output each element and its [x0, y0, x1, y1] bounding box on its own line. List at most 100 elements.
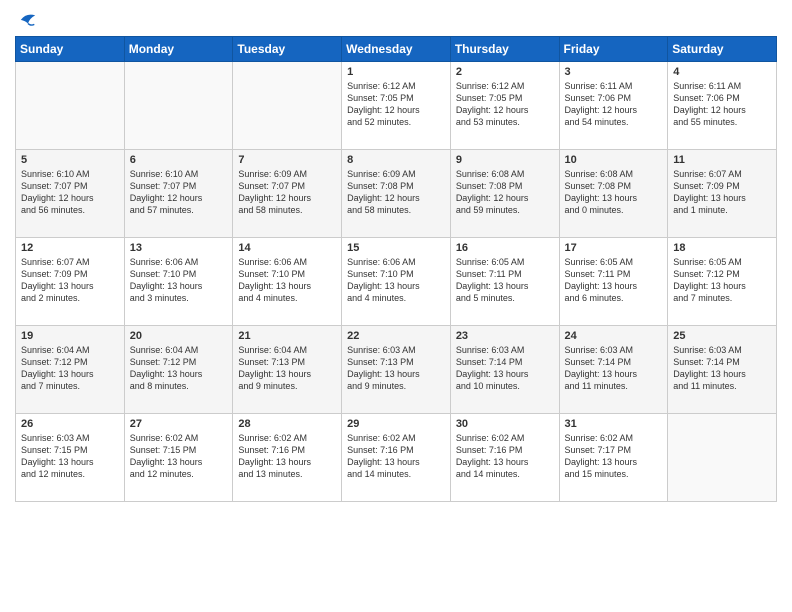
calendar-cell: 23Sunrise: 6:03 AM Sunset: 7:14 PM Dayli… — [450, 326, 559, 414]
calendar-cell: 26 Sunrise: 6:03 AM Sunset: 7:15 PM Dayli… — [16, 414, 125, 502]
day-number: 19 — [21, 330, 119, 342]
calendar-day-header: Friday — [559, 37, 668, 62]
day-number: 5 — [21, 154, 119, 166]
day-number: 27 — [130, 418, 228, 430]
calendar-cell: 25 Sunrise: 6:03 AM Sunset: 7:14 PM Dayli… — [668, 326, 777, 414]
calendar-cell: 28 Sunrise: 6:02 AM Sunset: 7:16 PM Dayli… — [233, 414, 342, 502]
calendar-cell: 20 Sunrise: 6:04 AM Sunset: 7:12 PM Dayli… — [124, 326, 233, 414]
calendar-cell: 15 Sunrise: 6:06 AM Sunset: 7:10 PM Dayli… — [342, 238, 451, 326]
day-info: Sunrise: 6:05 AM Sunset: 7:12 PM Dayligh… — [673, 256, 771, 305]
day-number: 4 — [673, 66, 771, 78]
day-info: Sunrise: 6:02 AM Sunset: 7:16 PM Dayligh… — [456, 432, 554, 481]
calendar-cell: 17 Sunrise: 6:05 AM Sunset: 7:11 PM Dayli… — [559, 238, 668, 326]
calendar-cell: 12 Sunrise: 6:07 AM Sunset: 7:09 PM Dayli… — [16, 238, 125, 326]
day-number: 31 — [565, 418, 663, 430]
page: SundayMondayTuesdayWednesdayThursdayFrid… — [0, 0, 792, 612]
day-number: 10 — [565, 154, 663, 166]
day-number: 28 — [238, 418, 336, 430]
day-number: 17 — [565, 242, 663, 254]
day-number: 8 — [347, 154, 445, 166]
calendar-cell: 3 Sunrise: 6:11 AM Sunset: 7:06 PM Daylig… — [559, 62, 668, 150]
day-number: 25 — [673, 330, 771, 342]
day-info: Sunrise: 6:10 AM Sunset: 7:07 PM Dayligh… — [21, 168, 119, 217]
day-number: 12 — [21, 242, 119, 254]
day-info: Sunrise: 6:03 AM Sunset: 7:14 PM Dayligh… — [565, 344, 663, 393]
calendar-week-row: 26 Sunrise: 6:03 AM Sunset: 7:15 PM Dayli… — [16, 414, 777, 502]
day-number: 6 — [130, 154, 228, 166]
day-number: 23 — [456, 330, 554, 342]
calendar-day-header: Monday — [124, 37, 233, 62]
day-info: Sunrise: 6:05 AM Sunset: 7:11 PM Dayligh… — [565, 256, 663, 305]
day-info: Sunrise: 6:04 AM Sunset: 7:12 PM Dayligh… — [130, 344, 228, 393]
day-number: 26 — [21, 418, 119, 430]
day-info: Sunrise: 6:12 AM Sunset: 7:05 PM Dayligh… — [456, 80, 554, 129]
calendar-cell: 11Sunrise: 6:07 AM Sunset: 7:09 PM Dayli… — [668, 150, 777, 238]
day-number: 21 — [238, 330, 336, 342]
day-info: Sunrise: 6:02 AM Sunset: 7:16 PM Dayligh… — [238, 432, 336, 481]
calendar-day-header: Thursday — [450, 37, 559, 62]
day-info: Sunrise: 6:12 AM Sunset: 7:05 PM Dayligh… — [347, 80, 445, 129]
calendar-cell: 1 Sunrise: 6:12 AM Sunset: 7:05 PM Daylig… — [342, 62, 451, 150]
day-info: Sunrise: 6:04 AM Sunset: 7:12 PM Dayligh… — [21, 344, 119, 393]
day-number: 2 — [456, 66, 554, 78]
calendar-week-row: 19 Sunrise: 6:04 AM Sunset: 7:12 PM Dayli… — [16, 326, 777, 414]
day-number: 18 — [673, 242, 771, 254]
calendar-cell: 4 Sunrise: 6:11 AM Sunset: 7:06 PM Daylig… — [668, 62, 777, 150]
calendar-cell: 2 Sunrise: 6:12 AM Sunset: 7:05 PM Daylig… — [450, 62, 559, 150]
day-number: 7 — [238, 154, 336, 166]
day-number: 14 — [238, 242, 336, 254]
day-info: Sunrise: 6:08 AM Sunset: 7:08 PM Dayligh… — [565, 168, 663, 217]
day-info: Sunrise: 6:06 AM Sunset: 7:10 PM Dayligh… — [347, 256, 445, 305]
day-number: 15 — [347, 242, 445, 254]
day-info: Sunrise: 6:11 AM Sunset: 7:06 PM Dayligh… — [673, 80, 771, 129]
logo — [15, 10, 39, 28]
day-info: Sunrise: 6:03 AM Sunset: 7:15 PM Dayligh… — [21, 432, 119, 481]
header — [15, 10, 777, 28]
day-number: 22 — [347, 330, 445, 342]
day-info: Sunrise: 6:07 AM Sunset: 7:09 PM Dayligh… — [673, 168, 771, 217]
day-number: 3 — [565, 66, 663, 78]
day-info: Sunrise: 6:11 AM Sunset: 7:06 PM Dayligh… — [565, 80, 663, 129]
day-info: Sunrise: 6:03 AM Sunset: 7:14 PM Dayligh… — [673, 344, 771, 393]
day-info: Sunrise: 6:02 AM Sunset: 7:16 PM Dayligh… — [347, 432, 445, 481]
calendar-cell: 10 Sunrise: 6:08 AM Sunset: 7:08 PM Dayli… — [559, 150, 668, 238]
calendar-cell: 18 Sunrise: 6:05 AM Sunset: 7:12 PM Dayli… — [668, 238, 777, 326]
logo-bird-icon — [19, 10, 37, 28]
day-info: Sunrise: 6:09 AM Sunset: 7:07 PM Dayligh… — [238, 168, 336, 217]
calendar-cell — [16, 62, 125, 150]
day-info: Sunrise: 6:07 AM Sunset: 7:09 PM Dayligh… — [21, 256, 119, 305]
calendar-cell: 9Sunrise: 6:08 AM Sunset: 7:08 PM Daylig… — [450, 150, 559, 238]
day-number: 30 — [456, 418, 554, 430]
day-info: Sunrise: 6:06 AM Sunset: 7:10 PM Dayligh… — [130, 256, 228, 305]
calendar-cell: 29 Sunrise: 6:02 AM Sunset: 7:16 PM Dayli… — [342, 414, 451, 502]
day-number: 16 — [456, 242, 554, 254]
calendar-table: SundayMondayTuesdayWednesdayThursdayFrid… — [15, 36, 777, 502]
calendar-cell — [124, 62, 233, 150]
day-info: Sunrise: 6:04 AM Sunset: 7:13 PM Dayligh… — [238, 344, 336, 393]
calendar-cell: 14 Sunrise: 6:06 AM Sunset: 7:10 PM Dayli… — [233, 238, 342, 326]
calendar-cell: 7 Sunrise: 6:09 AM Sunset: 7:07 PM Daylig… — [233, 150, 342, 238]
calendar-cell: 13Sunrise: 6:06 AM Sunset: 7:10 PM Dayli… — [124, 238, 233, 326]
calendar-cell: 22 Sunrise: 6:03 AM Sunset: 7:13 PM Dayli… — [342, 326, 451, 414]
calendar-cell: 24Sunrise: 6:03 AM Sunset: 7:14 PM Dayli… — [559, 326, 668, 414]
calendar-header-row: SundayMondayTuesdayWednesdayThursdayFrid… — [16, 37, 777, 62]
calendar-day-header: Tuesday — [233, 37, 342, 62]
calendar-cell: 6 Sunrise: 6:10 AM Sunset: 7:07 PM Daylig… — [124, 150, 233, 238]
day-info: Sunrise: 6:09 AM Sunset: 7:08 PM Dayligh… — [347, 168, 445, 217]
day-info: Sunrise: 6:06 AM Sunset: 7:10 PM Dayligh… — [238, 256, 336, 305]
day-info: Sunrise: 6:03 AM Sunset: 7:13 PM Dayligh… — [347, 344, 445, 393]
calendar-week-row: 5 Sunrise: 6:10 AM Sunset: 7:07 PM Daylig… — [16, 150, 777, 238]
calendar-cell — [668, 414, 777, 502]
calendar-cell: 27Sunrise: 6:02 AM Sunset: 7:15 PM Dayli… — [124, 414, 233, 502]
day-number: 1 — [347, 66, 445, 78]
calendar-cell: 5 Sunrise: 6:10 AM Sunset: 7:07 PM Daylig… — [16, 150, 125, 238]
day-number: 9 — [456, 154, 554, 166]
calendar-cell: 21 Sunrise: 6:04 AM Sunset: 7:13 PM Dayli… — [233, 326, 342, 414]
calendar-week-row: 1 Sunrise: 6:12 AM Sunset: 7:05 PM Daylig… — [16, 62, 777, 150]
day-number: 20 — [130, 330, 228, 342]
day-info: Sunrise: 6:10 AM Sunset: 7:07 PM Dayligh… — [130, 168, 228, 217]
day-info: Sunrise: 6:05 AM Sunset: 7:11 PM Dayligh… — [456, 256, 554, 305]
calendar-cell: 8 Sunrise: 6:09 AM Sunset: 7:08 PM Daylig… — [342, 150, 451, 238]
calendar-week-row: 12 Sunrise: 6:07 AM Sunset: 7:09 PM Dayli… — [16, 238, 777, 326]
day-number: 29 — [347, 418, 445, 430]
